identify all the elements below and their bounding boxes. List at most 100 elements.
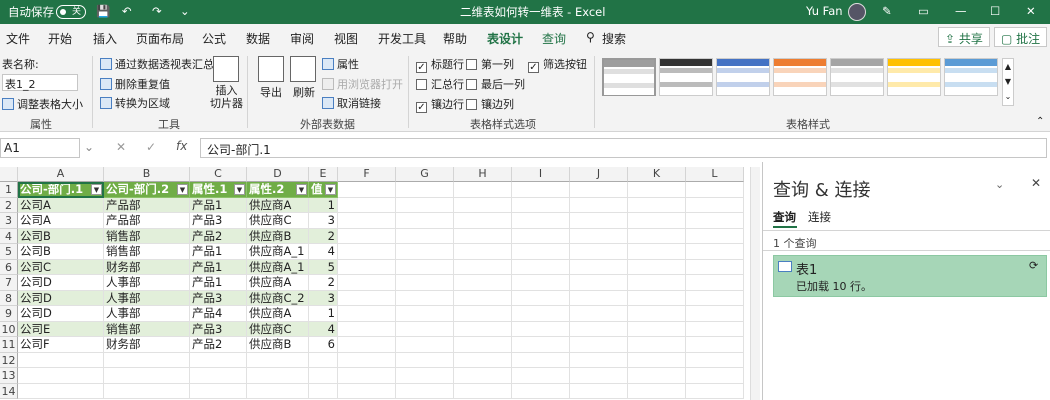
- row-header-11[interactable]: 11: [0, 337, 18, 353]
- row-header-8[interactable]: 8: [0, 290, 18, 306]
- column-header-B[interactable]: B: [104, 167, 190, 182]
- empty-cell[interactable]: [338, 321, 396, 337]
- table-style-3[interactable]: [773, 58, 827, 96]
- avatar[interactable]: [848, 3, 866, 21]
- table-style-4[interactable]: [830, 58, 884, 96]
- empty-cell[interactable]: [628, 321, 686, 337]
- row-header-10[interactable]: 10: [0, 321, 18, 337]
- table-cell[interactable]: 5: [309, 259, 338, 275]
- comment-button[interactable]: ▢ 批注: [994, 27, 1048, 47]
- pivot-summarize-button[interactable]: 通过数据透视表汇总: [100, 56, 214, 72]
- empty-cell[interactable]: [512, 244, 570, 260]
- tab-help[interactable]: 帮助: [443, 30, 467, 47]
- table-cell[interactable]: 公司D: [18, 290, 104, 306]
- empty-cell[interactable]: [396, 352, 454, 368]
- table-cell[interactable]: 2: [309, 275, 338, 291]
- empty-cell[interactable]: [396, 337, 454, 353]
- table-cell[interactable]: 供应商B: [247, 228, 309, 244]
- empty-cell[interactable]: [570, 321, 628, 337]
- row-header-5[interactable]: 5: [0, 244, 18, 260]
- name-box[interactable]: A1: [0, 138, 80, 158]
- empty-cell[interactable]: [512, 259, 570, 275]
- formula-input[interactable]: 公司-部门.1: [200, 138, 1047, 158]
- tab-file[interactable]: 文件: [6, 30, 30, 47]
- collapse-ribbon-icon[interactable]: ⌃: [1036, 116, 1044, 127]
- namebox-dropdown-icon[interactable]: ⌄: [84, 140, 94, 154]
- table-cell[interactable]: 供应商C: [247, 321, 309, 337]
- empty-cell[interactable]: [628, 182, 686, 198]
- empty-cell[interactable]: [628, 368, 686, 384]
- undo-icon[interactable]: ↶: [122, 4, 132, 18]
- table-cell[interactable]: 公司E: [18, 321, 104, 337]
- open-in-browser-button[interactable]: 用浏览器打开: [322, 76, 403, 92]
- table-cell[interactable]: 产品部: [104, 197, 190, 213]
- empty-cell[interactable]: [396, 306, 454, 322]
- option-left-1[interactable]: 汇总行: [416, 76, 464, 92]
- empty-cell[interactable]: [190, 352, 247, 368]
- checkbox[interactable]: [466, 99, 477, 110]
- empty-cell[interactable]: [396, 290, 454, 306]
- table-cell[interactable]: 产品2: [190, 228, 247, 244]
- convert-to-range-button[interactable]: 转换为区域: [100, 95, 170, 111]
- table-cell[interactable]: 产品3: [190, 321, 247, 337]
- table-cell[interactable]: 2: [309, 228, 338, 244]
- empty-cell[interactable]: [512, 213, 570, 229]
- empty-cell[interactable]: [454, 383, 512, 399]
- table-cell[interactable]: 供应商A_1: [247, 244, 309, 260]
- empty-cell[interactable]: [570, 213, 628, 229]
- tab-view[interactable]: 视图: [334, 30, 358, 47]
- empty-cell[interactable]: [309, 352, 338, 368]
- vertical-scrollbar[interactable]: [750, 167, 760, 400]
- option-mid-2[interactable]: 镶边列: [466, 96, 514, 112]
- unlink-button[interactable]: 取消链接: [322, 95, 381, 111]
- row-header-6[interactable]: 6: [0, 259, 18, 275]
- column-header-I[interactable]: I: [512, 167, 570, 182]
- gallery-scroll[interactable]: ▲ ▼ ⌄: [1002, 58, 1014, 106]
- pane-options-icon[interactable]: ⌄: [995, 178, 1004, 191]
- empty-cell[interactable]: [104, 383, 190, 399]
- tab-insert[interactable]: 插入: [93, 30, 117, 47]
- empty-cell[interactable]: [338, 383, 396, 399]
- empty-cell[interactable]: [190, 368, 247, 384]
- empty-cell[interactable]: [247, 352, 309, 368]
- empty-cell[interactable]: [512, 321, 570, 337]
- table-style-1[interactable]: [659, 58, 713, 96]
- table-cell[interactable]: 产品1: [190, 197, 247, 213]
- insert-function-icon[interactable]: fx: [176, 139, 187, 153]
- redo-icon[interactable]: ↷: [152, 4, 162, 18]
- empty-cell[interactable]: [628, 275, 686, 291]
- row-header-4[interactable]: 4: [0, 228, 18, 244]
- table-cell[interactable]: 供应商A_1: [247, 259, 309, 275]
- pane-tab-queries[interactable]: 查询: [773, 209, 796, 225]
- option-left-0[interactable]: ✓ 标题行: [416, 56, 464, 73]
- empty-cell[interactable]: [628, 228, 686, 244]
- empty-cell[interactable]: [338, 259, 396, 275]
- table-cell[interactable]: 3: [309, 290, 338, 306]
- filter-dropdown-icon[interactable]: ▼: [234, 184, 245, 195]
- empty-cell[interactable]: [570, 197, 628, 213]
- tab-data[interactable]: 数据: [246, 30, 270, 47]
- minimize-icon[interactable]: —: [955, 4, 967, 18]
- autosave-toggle[interactable]: 关: [56, 5, 86, 19]
- table-cell[interactable]: 产品3: [190, 290, 247, 306]
- table-style-0[interactable]: [602, 58, 656, 96]
- table-cell[interactable]: 产品部: [104, 213, 190, 229]
- empty-cell[interactable]: [570, 275, 628, 291]
- empty-cell[interactable]: [454, 228, 512, 244]
- table-cell[interactable]: 供应商A: [247, 275, 309, 291]
- empty-cell[interactable]: [104, 368, 190, 384]
- resize-table-button[interactable]: 调整表格大小: [2, 96, 83, 112]
- table-cell[interactable]: 产品4: [190, 306, 247, 322]
- empty-cell[interactable]: [309, 383, 338, 399]
- table-header-cell[interactable]: 值 ▼: [309, 182, 338, 198]
- empty-cell[interactable]: [628, 383, 686, 399]
- empty-cell[interactable]: [628, 337, 686, 353]
- empty-cell[interactable]: [338, 213, 396, 229]
- column-header-E[interactable]: E: [309, 167, 338, 182]
- empty-cell[interactable]: [454, 337, 512, 353]
- tab-query[interactable]: 查询: [542, 30, 566, 47]
- column-header-J[interactable]: J: [570, 167, 628, 182]
- empty-cell[interactable]: [338, 290, 396, 306]
- empty-cell[interactable]: [338, 337, 396, 353]
- empty-cell[interactable]: [686, 321, 744, 337]
